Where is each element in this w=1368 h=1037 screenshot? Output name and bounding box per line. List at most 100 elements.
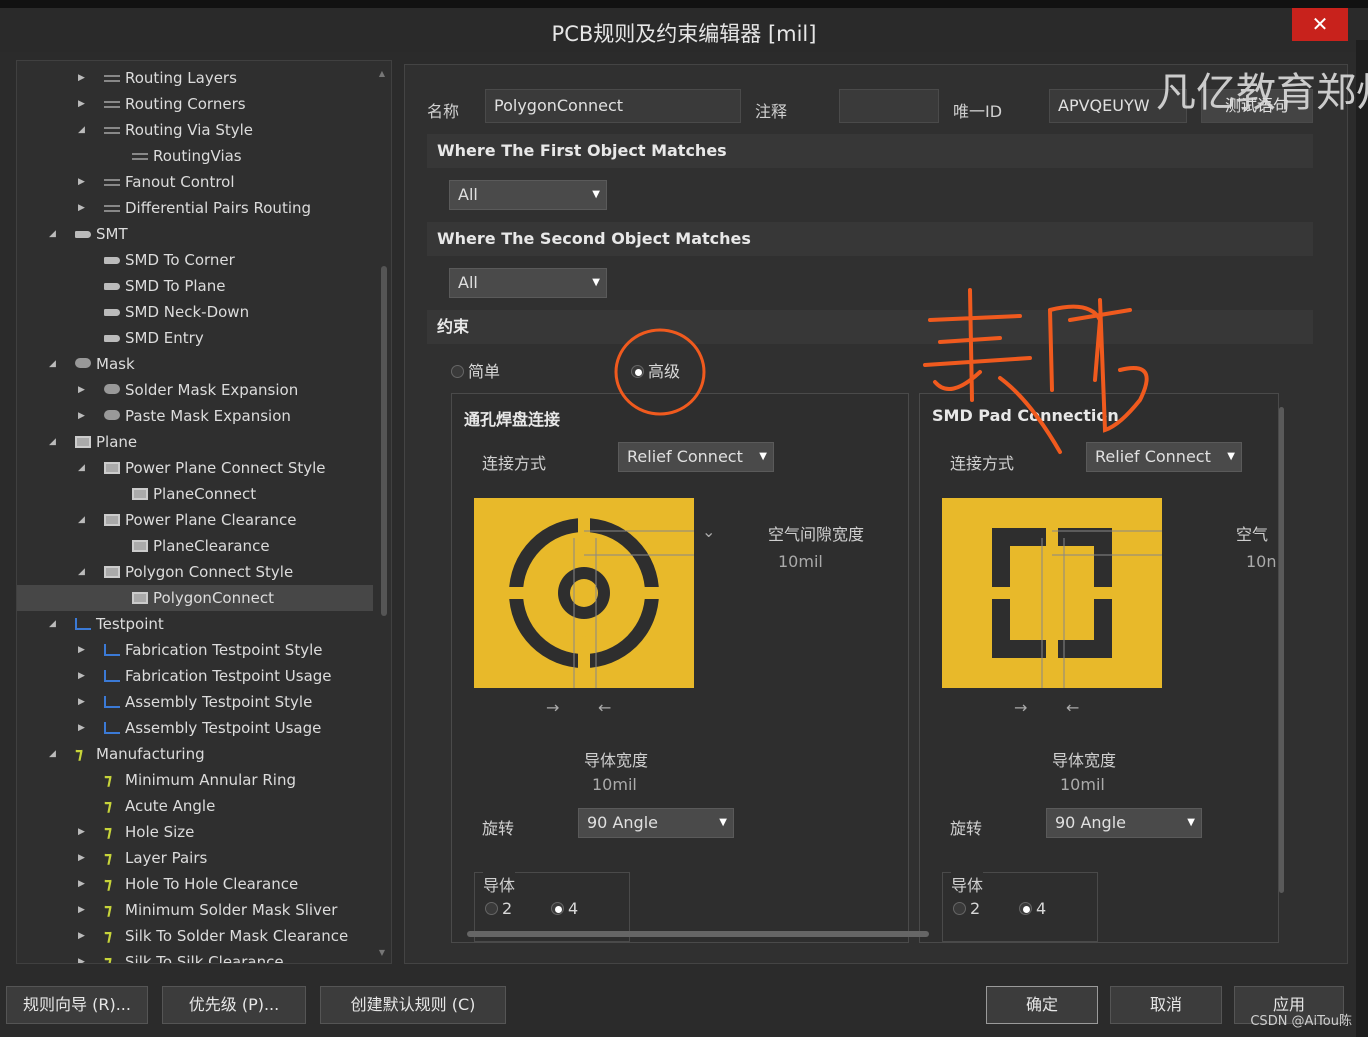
- tree-item[interactable]: SMD Entry: [17, 325, 373, 351]
- via-pad-connection-panel: 通孔焊盘连接 连接方式 Relief Connect ▼ ⌄ 空气间隙宽度 10…: [451, 393, 909, 943]
- constraints-horizontal-scrollbar[interactable]: [467, 931, 929, 937]
- close-button[interactable]: ✕: [1292, 8, 1348, 41]
- tree-item[interactable]: ▶ Solder Mask Expansion: [17, 377, 373, 403]
- collapse-icon[interactable]: ◢: [78, 559, 88, 585]
- tree-item[interactable]: PolygonConnect: [17, 585, 373, 611]
- tree-item[interactable]: ▶ Routing Layers: [17, 65, 373, 91]
- via-conductors-2-radio[interactable]: 2: [485, 899, 512, 918]
- tree-item-label: Hole Size: [125, 823, 195, 841]
- scroll-down-icon[interactable]: ▼: [379, 948, 385, 957]
- collapse-icon[interactable]: ◢: [49, 611, 59, 637]
- expand-icon[interactable]: ▶: [78, 637, 88, 663]
- tree-item[interactable]: ▶ Fanout Control: [17, 169, 373, 195]
- tree-item[interactable]: ◢ Power Plane Connect Style: [17, 455, 373, 481]
- smd-conductors-2-radio[interactable]: 2: [953, 899, 980, 918]
- tree-item[interactable]: ▶ ⁊ Silk To Solder Mask Clearance: [17, 923, 373, 949]
- tree-item[interactable]: ◢ Mask: [17, 351, 373, 377]
- rule-wizard-button[interactable]: 规则向导 (R)...: [6, 986, 148, 1024]
- cancel-button[interactable]: 取消: [1110, 986, 1222, 1024]
- tree-item[interactable]: ▶ ⁊ Minimum Solder Mask Sliver: [17, 897, 373, 923]
- expand-icon[interactable]: ▶: [78, 91, 88, 117]
- scroll-up-icon[interactable]: ▲: [379, 69, 385, 78]
- tree-item[interactable]: ▶ Routing Corners: [17, 91, 373, 117]
- tree-item[interactable]: ▶ Differential Pairs Routing: [17, 195, 373, 221]
- tree-item[interactable]: ◢ Plane: [17, 429, 373, 455]
- plane-icon: [104, 514, 120, 526]
- collapse-icon[interactable]: ◢: [78, 507, 88, 533]
- first-object-dropdown[interactable]: All ▼: [449, 180, 607, 210]
- tree-item[interactable]: SMD To Corner: [17, 247, 373, 273]
- collapse-icon[interactable]: ◢: [78, 117, 88, 143]
- tree-item-label: Fanout Control: [125, 173, 235, 191]
- tree-item[interactable]: ⁊ Acute Angle: [17, 793, 373, 819]
- tree-item[interactable]: ▶ ⁊ Hole Size: [17, 819, 373, 845]
- tree-item[interactable]: ▶ Assembly Testpoint Usage: [17, 715, 373, 741]
- tree-item-label: Mask: [96, 355, 135, 373]
- collapse-icon[interactable]: ◢: [49, 351, 59, 377]
- expand-icon[interactable]: ▶: [78, 403, 88, 429]
- chevron-down-icon: ⌄: [702, 522, 716, 541]
- expand-icon[interactable]: ▶: [78, 923, 88, 949]
- expand-icon[interactable]: ▶: [78, 663, 88, 689]
- collapse-icon[interactable]: ◢: [49, 221, 59, 247]
- tree-item[interactable]: ◢ Polygon Connect Style: [17, 559, 373, 585]
- tree-item[interactable]: PlaneClearance: [17, 533, 373, 559]
- plane-icon: [132, 488, 148, 500]
- via-conductor-width-value: 10mil: [592, 775, 637, 794]
- tree-item[interactable]: SMD To Plane: [17, 273, 373, 299]
- smd-conductors-4-radio[interactable]: 4: [1019, 899, 1046, 918]
- tree-item[interactable]: SMD Neck-Down: [17, 299, 373, 325]
- name-label: 名称: [427, 102, 460, 121]
- tree-item-label: Assembly Testpoint Style: [125, 693, 313, 711]
- collapse-icon[interactable]: ◢: [78, 455, 88, 481]
- tree-item[interactable]: ◢ ⁊ Manufacturing: [17, 741, 373, 767]
- manufacturing-icon: ⁊: [104, 848, 113, 867]
- via-rotation-dropdown[interactable]: 90 Angle ▼: [578, 808, 734, 838]
- name-field[interactable]: PolygonConnect: [485, 89, 741, 123]
- collapse-icon[interactable]: ◢: [49, 429, 59, 455]
- tree-item[interactable]: ◢ SMT: [17, 221, 373, 247]
- tree-item-label: Solder Mask Expansion: [125, 381, 299, 399]
- first-object-header: Where The First Object Matches: [427, 134, 1313, 168]
- tree-item[interactable]: ▶ ⁊ Hole To Hole Clearance: [17, 871, 373, 897]
- tree-item[interactable]: ▶ Fabrication Testpoint Style: [17, 637, 373, 663]
- tree-item-label: Hole To Hole Clearance: [125, 875, 299, 893]
- expand-icon[interactable]: ▶: [78, 819, 88, 845]
- expand-icon[interactable]: ▶: [78, 65, 88, 91]
- expand-icon[interactable]: ▶: [78, 715, 88, 741]
- ok-button[interactable]: 确定: [986, 986, 1098, 1024]
- create-default-rules-button[interactable]: 创建默认规则 (C): [320, 986, 506, 1024]
- expand-icon[interactable]: ▶: [78, 377, 88, 403]
- second-object-dropdown[interactable]: All ▼: [449, 268, 607, 298]
- tree-scrollbar[interactable]: [381, 266, 387, 616]
- expand-icon[interactable]: ▶: [78, 897, 88, 923]
- collapse-icon[interactable]: ◢: [49, 741, 59, 767]
- tree-item[interactable]: ◢ Testpoint: [17, 611, 373, 637]
- constraints-vertical-scrollbar[interactable]: [1279, 407, 1284, 893]
- tree-item[interactable]: ▶ Fabrication Testpoint Usage: [17, 663, 373, 689]
- rule-tree-panel[interactable]: ▲ ▼ ▶ Routing Layers ▶ Routing Corners ◢ Rout…: [16, 60, 392, 964]
- via-conductors-4-radio[interactable]: 4: [551, 899, 578, 918]
- tree-item-label: Manufacturing: [96, 745, 205, 763]
- expand-icon[interactable]: ▶: [78, 195, 88, 221]
- tree-item[interactable]: RoutingVias: [17, 143, 373, 169]
- tree-item[interactable]: ▶ ⁊ Layer Pairs: [17, 845, 373, 871]
- tree-item[interactable]: ⁊ Minimum Annular Ring: [17, 767, 373, 793]
- expand-icon[interactable]: ▶: [78, 871, 88, 897]
- expand-icon[interactable]: ▶: [78, 169, 88, 195]
- watermark-text: 凡亿教育郑州: [1156, 70, 1368, 116]
- smd-air-gap-label: 空气: [1236, 525, 1269, 544]
- tree-item[interactable]: ▶ Paste Mask Expansion: [17, 403, 373, 429]
- tree-item[interactable]: ▶ Assembly Testpoint Style: [17, 689, 373, 715]
- priority-button[interactable]: 优先级 (P)...: [162, 986, 306, 1024]
- comment-field[interactable]: [839, 89, 939, 123]
- simple-mode-radio[interactable]: 简单: [451, 358, 500, 382]
- tree-item[interactable]: ◢ Power Plane Clearance: [17, 507, 373, 533]
- tree-item[interactable]: PlaneConnect: [17, 481, 373, 507]
- tree-item[interactable]: ▶ ⁊ Silk To Silk Clearance: [17, 949, 373, 963]
- tree-item[interactable]: ◢ Routing Via Style: [17, 117, 373, 143]
- expand-icon[interactable]: ▶: [78, 689, 88, 715]
- expand-icon[interactable]: ▶: [78, 845, 88, 871]
- expand-icon[interactable]: ▶: [78, 949, 88, 963]
- smd-rotation-dropdown[interactable]: 90 Angle ▼: [1046, 808, 1202, 838]
